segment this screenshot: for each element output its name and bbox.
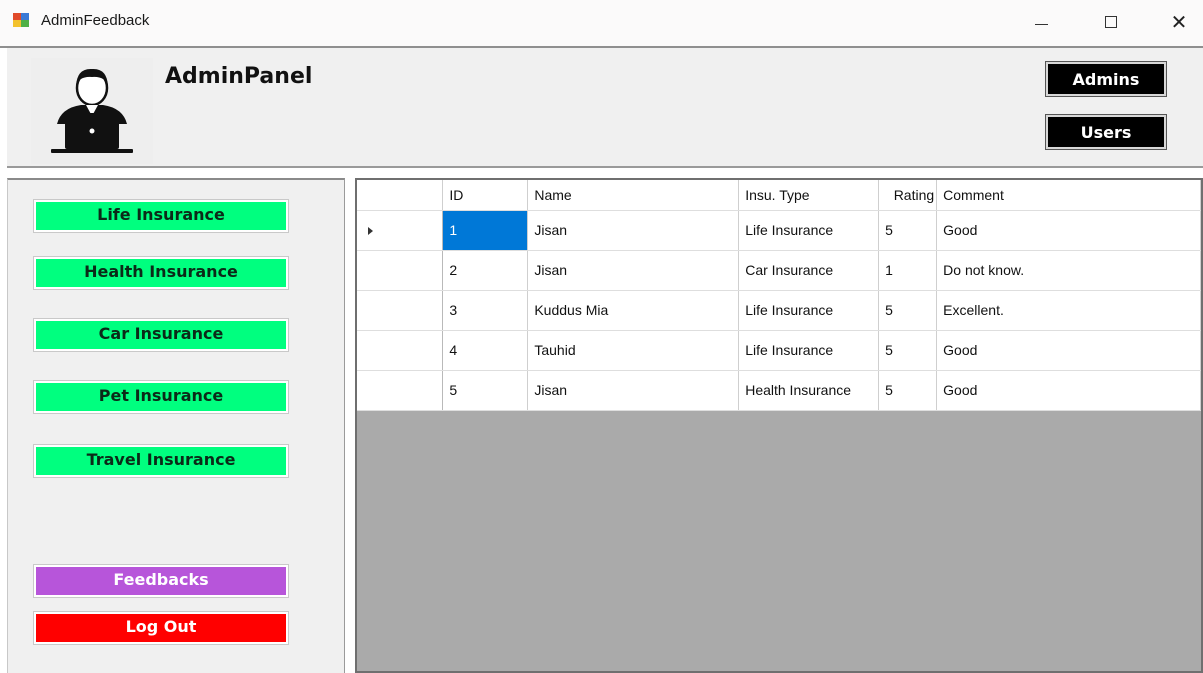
column-header-name[interactable]: Name bbox=[527, 180, 740, 211]
table-row[interactable]: 5 Jisan Health Insurance 5 Good bbox=[357, 370, 1201, 411]
table-cell[interactable]: Life Insurance bbox=[738, 330, 880, 371]
row-header[interactable] bbox=[357, 210, 444, 251]
table-cell[interactable]: Good bbox=[936, 370, 1201, 411]
minimize-button[interactable] bbox=[1018, 6, 1064, 38]
car-insurance-button[interactable]: Car Insurance bbox=[33, 318, 289, 352]
life-insurance-button[interactable]: Life Insurance bbox=[33, 199, 289, 233]
close-icon: ✕ bbox=[1170, 10, 1188, 34]
travel-insurance-button[interactable]: Travel Insurance bbox=[33, 444, 289, 478]
close-button[interactable]: ✕ bbox=[1156, 6, 1202, 38]
table-cell[interactable]: Tauhid bbox=[527, 330, 740, 371]
title-bar: AdminFeedback ✕ bbox=[0, 0, 1203, 46]
health-insurance-button[interactable]: Health Insurance bbox=[33, 256, 289, 290]
maximize-icon bbox=[1105, 16, 1117, 28]
table-cell[interactable]: Jisan bbox=[527, 250, 740, 291]
current-row-icon bbox=[368, 227, 373, 235]
column-header-id[interactable]: ID bbox=[442, 180, 529, 211]
table-cell[interactable]: Life Insurance bbox=[738, 210, 880, 251]
table-cell[interactable]: 5 bbox=[878, 330, 938, 371]
row-header[interactable] bbox=[357, 250, 444, 291]
column-header-type[interactable]: Insu. Type bbox=[738, 180, 880, 211]
table-row[interactable]: 1 Jisan Life Insurance 5 Good bbox=[357, 210, 1201, 251]
header-panel: AdminPanel Admins Users bbox=[7, 48, 1203, 168]
table-row[interactable]: 4 Tauhid Life Insurance 5 Good bbox=[357, 330, 1201, 371]
table-cell[interactable]: 5 bbox=[878, 210, 938, 251]
table-cell[interactable]: 1 bbox=[442, 210, 529, 251]
table-row[interactable]: 3 Kuddus Mia Life Insurance 5 Excellent. bbox=[357, 290, 1201, 331]
row-header[interactable] bbox=[357, 370, 444, 411]
row-header[interactable] bbox=[357, 290, 444, 331]
window-title: AdminFeedback bbox=[41, 12, 150, 29]
admins-button[interactable]: Admins bbox=[1045, 61, 1167, 97]
table-cell[interactable]: Life Insurance bbox=[738, 290, 880, 331]
column-header-comment[interactable]: Comment bbox=[936, 180, 1201, 211]
table-cell[interactable]: Good bbox=[936, 330, 1201, 371]
column-header-rating[interactable]: Rating bbox=[878, 180, 938, 211]
table-cell[interactable]: Car Insurance bbox=[738, 250, 880, 291]
users-button[interactable]: Users bbox=[1045, 114, 1167, 150]
table-cell[interactable]: 5 bbox=[878, 290, 938, 331]
feedback-grid[interactable]: ID Name Insu. Type Rating Comment 1 Jisa… bbox=[355, 178, 1203, 673]
table-cell[interactable]: Health Insurance bbox=[738, 370, 880, 411]
table-cell[interactable]: Excellent. bbox=[936, 290, 1201, 331]
table-row[interactable]: 2 Jisan Car Insurance 1 Do not know. bbox=[357, 250, 1201, 291]
page-title: AdminPanel bbox=[165, 64, 313, 89]
table-cell[interactable]: 3 bbox=[442, 290, 529, 331]
app-icon bbox=[13, 13, 29, 27]
table-cell[interactable]: Jisan bbox=[527, 210, 740, 251]
table-cell[interactable]: 4 bbox=[442, 330, 529, 371]
sidebar: Life Insurance Health Insurance Car Insu… bbox=[7, 178, 345, 673]
table-cell[interactable]: Do not know. bbox=[936, 250, 1201, 291]
logout-button[interactable]: Log Out bbox=[33, 611, 289, 645]
feedbacks-button[interactable]: Feedbacks bbox=[33, 564, 289, 598]
table-cell[interactable]: 2 bbox=[442, 250, 529, 291]
maximize-button[interactable] bbox=[1088, 6, 1134, 38]
admin-laptop-icon bbox=[31, 58, 153, 164]
table-cell[interactable]: 1 bbox=[878, 250, 938, 291]
table-cell[interactable]: Jisan bbox=[527, 370, 740, 411]
table-cell[interactable]: Kuddus Mia bbox=[527, 290, 740, 331]
table-cell[interactable]: Good bbox=[936, 210, 1201, 251]
table-header-row: ID Name Insu. Type Rating Comment bbox=[357, 180, 1201, 211]
feedback-table: ID Name Insu. Type Rating Comment 1 Jisa… bbox=[357, 180, 1201, 411]
row-header[interactable] bbox=[357, 330, 444, 371]
row-header-corner bbox=[357, 180, 444, 211]
minimize-icon bbox=[1034, 23, 1048, 25]
table-cell[interactable]: 5 bbox=[442, 370, 529, 411]
pet-insurance-button[interactable]: Pet Insurance bbox=[33, 380, 289, 414]
table-cell[interactable]: 5 bbox=[878, 370, 938, 411]
